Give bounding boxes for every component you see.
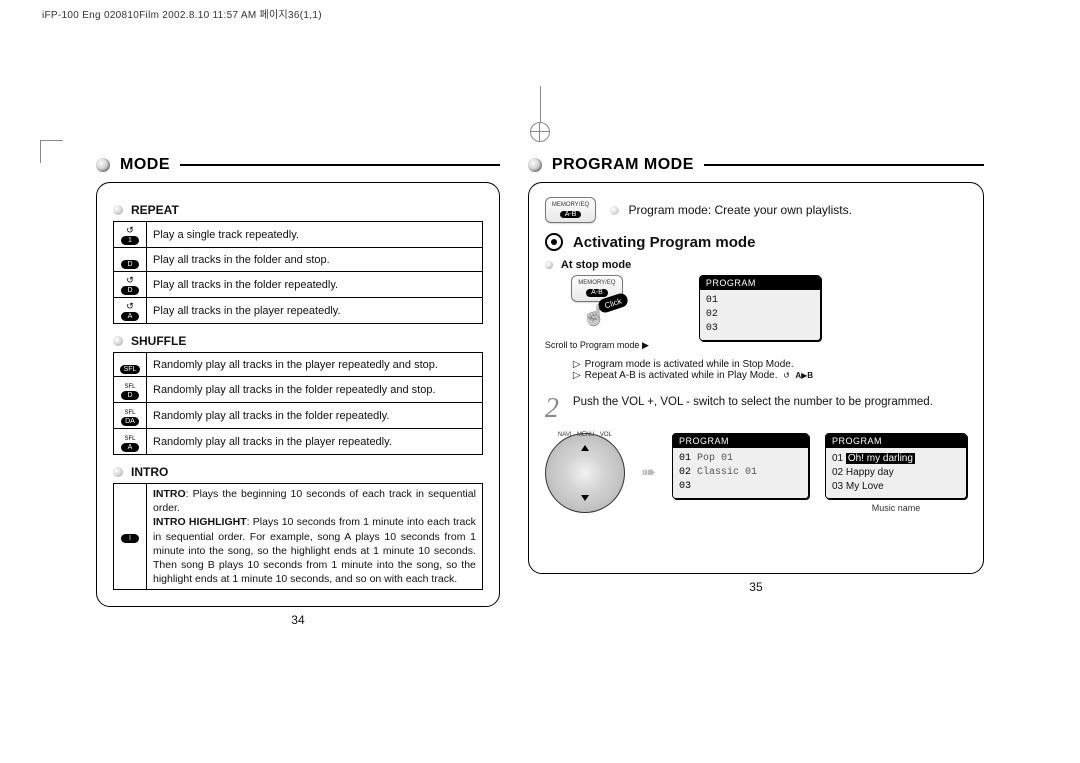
lcd-program-empty: PROGRAM 01 02 03 — [699, 275, 821, 341]
sub-bullet-icon — [113, 205, 123, 215]
scroll-hint: Scroll to Program mode ▶ — [545, 340, 649, 351]
sub-bullet-icon — [113, 467, 123, 477]
intro-text: INTRO: Plays the beginning 10 seconds of… — [153, 487, 476, 586]
manual-spread: iFP-100 Eng 020810Film 2002.8.10 11:57 A… — [0, 0, 1080, 763]
page-number-right: 35 — [528, 580, 984, 594]
table-row: I INTRO: Plays the beginning 10 seconds … — [114, 484, 483, 590]
repeat-table: ↺1Play a single track repeatedly. DPlay … — [113, 221, 483, 324]
heading-program-mode-text: PROGRAM MODE — [552, 156, 694, 174]
cell-text: Play all tracks in the player repeatedly… — [147, 298, 483, 324]
heading-program-mode: PROGRAM MODE — [528, 156, 984, 174]
arrow-right-icon: ➠ — [641, 462, 656, 483]
crop-mark-top — [530, 86, 550, 142]
table-row: ↺APlay all tracks in the player repeated… — [114, 298, 483, 324]
note-block: ▷Program mode is activated while in Stop… — [573, 359, 967, 381]
intro-table: I INTRO: Plays the beginning 10 seconds … — [113, 483, 483, 590]
right-panel: MEMORY/EQ A-B Program mode: Create your … — [528, 182, 984, 574]
heading-mode: MODE — [96, 156, 500, 174]
sub-repeat: REPEAT — [113, 203, 483, 217]
sub-shuffle: SHUFFLE — [113, 334, 483, 348]
step-2: 2 Push the VOL +, VOL - switch to select… — [545, 395, 967, 423]
program-mode-intro: Program mode: Create your own playlists. — [628, 203, 851, 217]
note-1: Program mode is activated while in Stop … — [585, 359, 794, 370]
intro-row: MEMORY/EQ A-B Program mode: Create your … — [545, 197, 967, 223]
lcd-program-songs: PROGRAM 01 Oh! my darling 02 Happy day 0… — [825, 433, 967, 499]
memory-eq-button-icon: MEMORY/EQ A-B — [545, 197, 596, 223]
lcd-title: PROGRAM — [826, 434, 966, 448]
sub-bullet-icon — [610, 206, 619, 215]
lcd-line: 02 — [706, 308, 814, 322]
lcd-title: PROGRAM — [700, 276, 820, 290]
step-number: 2 — [545, 395, 567, 423]
repeat-ab-icon: ↺ — [783, 371, 790, 380]
table-row: SFLARandomly play all tracks in the play… — [114, 429, 483, 455]
bullet-icon — [528, 158, 542, 172]
cell-text: Randomly play all tracks in the folder r… — [147, 403, 483, 429]
sub-intro-label: INTRO — [131, 465, 168, 479]
cell-text: Play all tracks in the folder and stop. — [147, 248, 483, 272]
step-2-text: Push the VOL +, VOL - switch to select t… — [573, 395, 933, 411]
cell-text: Randomly play all tracks in the player r… — [147, 429, 483, 455]
lcd-line: 03 — [706, 322, 814, 336]
wheel-label: NAVI · MENU · VOL — [546, 432, 624, 438]
bullet-icon — [96, 158, 110, 172]
note-2: Repeat A-B is activated while in Play Mo… — [585, 370, 778, 381]
table-row: DPlay all tracks in the folder and stop. — [114, 248, 483, 272]
page-right: PROGRAM MODE MEMORY/EQ A-B Program mode:… — [528, 156, 984, 627]
imprint-line: iFP-100 Eng 020810Film 2002.8.10 11:57 A… — [42, 6, 322, 21]
page-number-left: 34 — [96, 613, 500, 627]
sub-repeat-label: REPEAT — [131, 203, 179, 217]
step1-row: MEMORY/EQ A-B Click ☝️ Scroll to Program… — [545, 275, 967, 350]
step2-row: NAVI · MENU · VOL ➠ PROGRAM 01 Pop 01 — [545, 433, 967, 513]
page-left: MODE REPEAT ↺1Play a single track repeat… — [96, 156, 500, 627]
sub-bullet-icon — [113, 336, 123, 346]
cell-text: Play all tracks in the folder repeatedly… — [147, 272, 483, 298]
target-icon — [545, 233, 563, 251]
press-button-figure: MEMORY/EQ A-B Click ☝️ Scroll to Program… — [545, 275, 649, 350]
cell-text: Play a single track repeatedly. — [147, 222, 483, 248]
at-stop-mode: At stop mode — [545, 259, 967, 271]
cell-text: Randomly play all tracks in the folder r… — [147, 377, 483, 403]
lcd-title: PROGRAM — [673, 434, 808, 448]
left-panel: REPEAT ↺1Play a single track repeatedly.… — [96, 182, 500, 607]
lcd-program-list: PROGRAM 01 Pop 01 02 Classic 01 03 — [672, 433, 809, 499]
at-stop-label: At stop mode — [561, 259, 631, 271]
table-row: SFLDARandomly play all tracks in the fol… — [114, 403, 483, 429]
sub-shuffle-label: SHUFFLE — [131, 334, 186, 348]
sub-intro: INTRO — [113, 465, 483, 479]
sub-bullet-icon — [545, 261, 553, 269]
table-row: SFLRandomly play all tracks in the playe… — [114, 353, 483, 377]
cell-text: Randomly play all tracks in the player r… — [147, 353, 483, 377]
shuffle-table: SFLRandomly play all tracks in the playe… — [113, 352, 483, 455]
table-row: SFLDRandomly play all tracks in the fold… — [114, 377, 483, 403]
heading-mode-text: MODE — [120, 156, 170, 174]
table-row: ↺1Play a single track repeatedly. — [114, 222, 483, 248]
crop-mark-corner — [40, 140, 63, 163]
jog-wheel-icon: NAVI · MENU · VOL — [545, 433, 625, 513]
hand-pointing-icon: ☝️ — [582, 305, 607, 327]
lcd-line: 01 — [706, 294, 814, 308]
activating-heading-text: Activating Program mode — [573, 234, 756, 251]
activating-heading: Activating Program mode — [545, 233, 967, 251]
table-row: ↺DPlay all tracks in the folder repeated… — [114, 272, 483, 298]
lcd-caption: Music name — [872, 503, 921, 513]
